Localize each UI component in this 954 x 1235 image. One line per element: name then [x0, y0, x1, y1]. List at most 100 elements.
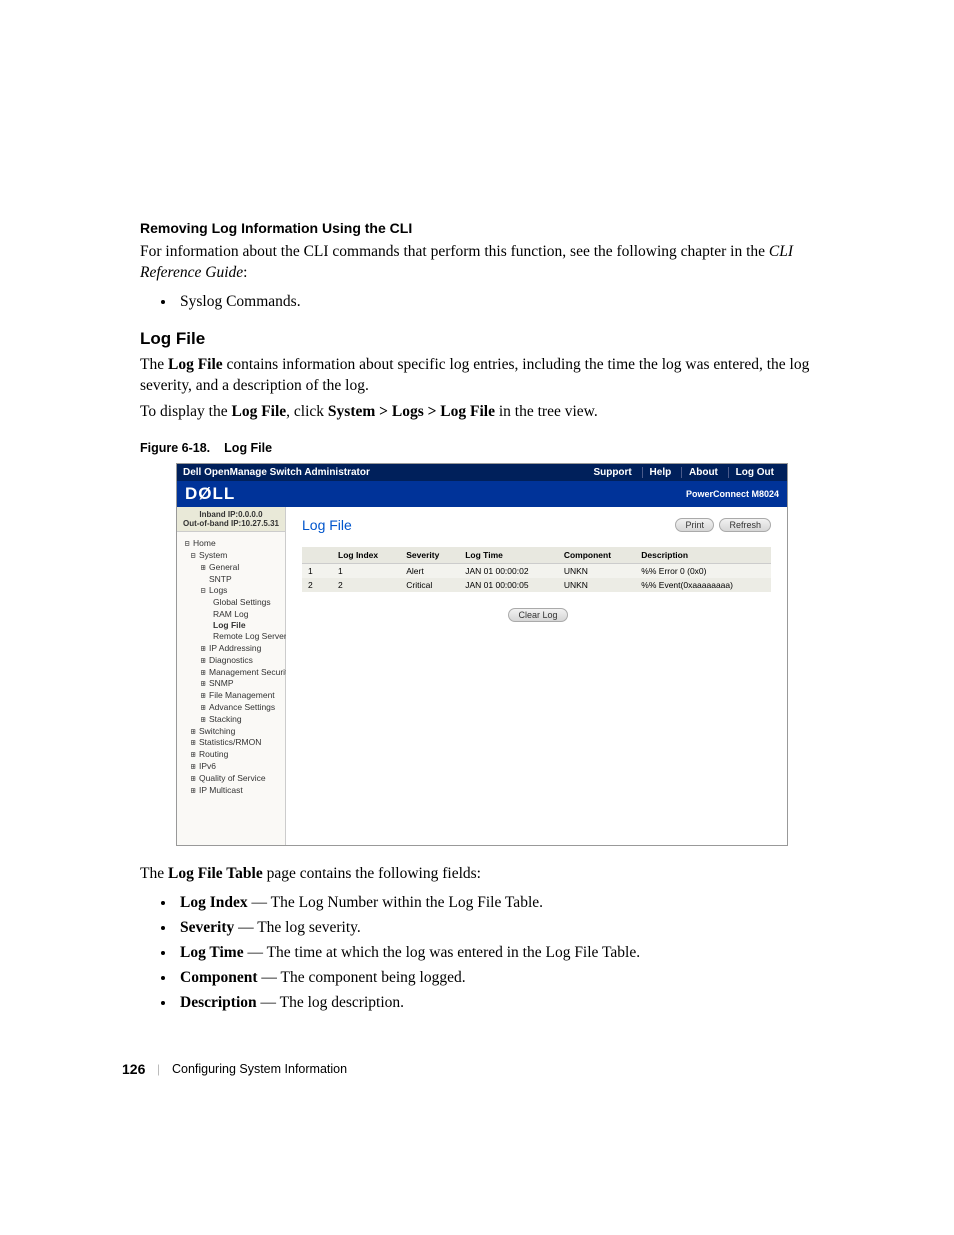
cell-index: 2 [332, 578, 400, 592]
expand-icon: ⊞ [199, 644, 207, 655]
cell-severity: Critical [400, 578, 459, 592]
heading-removing: Removing Log Information Using the CLI [140, 220, 814, 236]
tree-sntp[interactable]: SNTP [183, 574, 281, 585]
paragraph-cli-info: For information about the CLI commands t… [140, 242, 814, 284]
page-number: 126 [122, 1061, 145, 1077]
figure-title: Log File [224, 441, 272, 455]
label: IPv6 [199, 761, 216, 771]
sidebar: Inband IP:0.0.0.0 Out-of-band IP:10.27.5… [177, 507, 286, 845]
tree-mgmt-security[interactable]: ⊞Management Security [183, 667, 281, 679]
expand-icon: ⊞ [189, 738, 197, 749]
collapse-icon: ⊟ [183, 539, 191, 550]
help-link[interactable]: Help [642, 467, 679, 478]
paragraph-logfile-desc: The Log File contains information about … [140, 355, 814, 397]
tree-switching[interactable]: ⊞Switching [183, 726, 281, 738]
field-name: Severity [180, 919, 234, 936]
bold-log-file-2: Log File [231, 403, 286, 420]
text: For information about the CLI commands t… [140, 243, 769, 260]
label: IP Addressing [209, 643, 261, 653]
tree-ip-multicast[interactable]: ⊞IP Multicast [183, 785, 281, 797]
field-name: Log Index [180, 894, 248, 911]
refresh-button[interactable]: Refresh [719, 518, 771, 532]
tree-logs[interactable]: ⊟Logs [183, 585, 281, 597]
label: RAM Log [213, 609, 248, 619]
fields-list: Log Index — The Log Number within the Lo… [176, 891, 814, 1015]
tree-stacking[interactable]: ⊞Stacking [183, 714, 281, 726]
about-link[interactable]: About [681, 467, 725, 478]
page-footer: 126 | Configuring System Information [122, 1061, 347, 1077]
field-desc: — The log description. [257, 994, 404, 1011]
tree-snmp[interactable]: ⊞SNMP [183, 678, 281, 690]
header-buttons: Print Refresh [672, 518, 771, 532]
label: SNMP [209, 678, 234, 688]
label: System [199, 550, 227, 560]
text: in the tree view. [495, 403, 598, 420]
field-desc: — The time at which the log was entered … [244, 944, 641, 961]
tree-global-settings[interactable]: Global Settings [183, 597, 281, 608]
figure-caption: Figure 6-18. Log File [140, 441, 814, 455]
label: Advance Settings [209, 702, 275, 712]
app-titlebar: Dell OpenManage Switch Administrator Sup… [177, 464, 787, 481]
field-severity: Severity — The log severity. [176, 916, 814, 941]
cell-description: %% Event(0xaaaaaaaa) [635, 578, 771, 592]
label: Management Security [209, 667, 292, 677]
table-row: 1 1 Alert JAN 01 00:00:02 UNKN %% Error … [302, 564, 771, 579]
col-log-index: Log Index [332, 547, 400, 564]
print-button[interactable]: Print [675, 518, 714, 532]
figure-number: Figure 6-18. [140, 441, 210, 455]
nav-tree: ⊟Home ⊟System ⊞General SNTP ⊟Logs Global… [177, 532, 285, 806]
label: Home [193, 538, 216, 548]
tree-ipv6[interactable]: ⊞IPv6 [183, 761, 281, 773]
label: Diagnostics [209, 655, 253, 665]
label: General [209, 562, 239, 572]
table-row: 2 2 Critical JAN 01 00:00:05 UNKN %% Eve… [302, 578, 771, 592]
text: The [140, 356, 168, 373]
label: SNTP [209, 574, 232, 584]
dell-logo: DØLL [185, 484, 235, 504]
tree-advance-settings[interactable]: ⊞Advance Settings [183, 702, 281, 714]
clear-log-wrap: Clear Log [302, 608, 771, 622]
col-description: Description [635, 547, 771, 564]
support-link[interactable]: Support [586, 467, 638, 478]
tree-log-file[interactable]: Log File [183, 620, 281, 631]
tree-general[interactable]: ⊞General [183, 562, 281, 574]
tree-home[interactable]: ⊟Home [183, 538, 281, 550]
col-severity: Severity [400, 547, 459, 564]
label: Logs [209, 585, 227, 595]
main-panel: Log File Print Refresh Log Index Severit… [286, 507, 787, 845]
tree-remote-log-server[interactable]: Remote Log Server [183, 631, 281, 642]
cell-description: %% Error 0 (0x0) [635, 564, 771, 579]
footer-separator: | [157, 1061, 160, 1077]
label: Stacking [209, 714, 242, 724]
clear-log-button[interactable]: Clear Log [508, 608, 567, 622]
text: , click [286, 403, 328, 420]
label: File Management [209, 690, 275, 700]
expand-icon: ⊞ [199, 703, 207, 714]
text: To display the [140, 403, 231, 420]
field-name: Log Time [180, 944, 244, 961]
cell-index: 1 [332, 564, 400, 579]
tree-qos[interactable]: ⊞Quality of Service [183, 773, 281, 785]
tree-ip-addressing[interactable]: ⊞IP Addressing [183, 643, 281, 655]
collapse-icon: ⊟ [199, 586, 207, 597]
page-title: Log File [302, 517, 352, 533]
field-log-index: Log Index — The Log Number within the Lo… [176, 891, 814, 916]
logout-link[interactable]: Log Out [728, 467, 781, 478]
paragraph-logfile-nav: To display the Log File, click System > … [140, 402, 814, 423]
expand-icon: ⊞ [189, 786, 197, 797]
brand-bar: DØLL PowerConnect M8024 [177, 481, 787, 507]
tree-routing[interactable]: ⊞Routing [183, 749, 281, 761]
tree-diagnostics[interactable]: ⊞Diagnostics [183, 655, 281, 667]
tree-ram-log[interactable]: RAM Log [183, 609, 281, 620]
tree-stats-rmon[interactable]: ⊞Statistics/RMON [183, 737, 281, 749]
heading-log-file: Log File [140, 329, 814, 349]
tree-file-mgmt[interactable]: ⊞File Management [183, 690, 281, 702]
breadcrumb-path: System > Logs > Log File [328, 403, 495, 420]
table-header-row: Log Index Severity Log Time Component De… [302, 547, 771, 564]
footer-section: Configuring System Information [172, 1062, 347, 1076]
expand-icon: ⊞ [189, 750, 197, 761]
tree-system[interactable]: ⊟System [183, 550, 281, 562]
col-component: Component [558, 547, 635, 564]
field-desc: — The Log Number within the Log File Tab… [248, 894, 543, 911]
label: Statistics/RMON [199, 737, 261, 747]
